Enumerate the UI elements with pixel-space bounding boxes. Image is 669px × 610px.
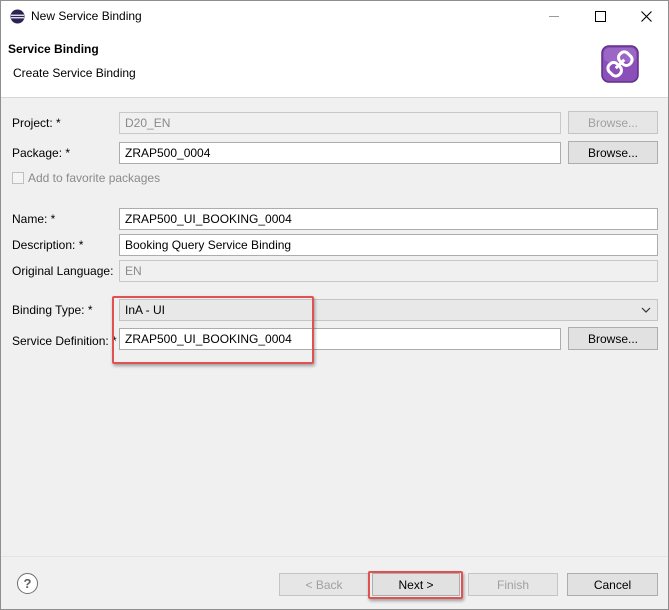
description-field[interactable]: Booking Query Service Binding bbox=[119, 234, 658, 256]
service-binding-link-icon bbox=[601, 45, 639, 83]
finish-button: Finish bbox=[468, 573, 558, 596]
favorite-packages-checkbox[interactable] bbox=[12, 172, 24, 184]
maximize-button[interactable] bbox=[577, 1, 623, 32]
project-label: Project: * bbox=[12, 116, 61, 130]
binding-type-label: Binding Type: * bbox=[12, 303, 93, 317]
package-browse-button[interactable]: Browse... bbox=[568, 141, 658, 164]
close-button[interactable] bbox=[623, 1, 669, 32]
package-field[interactable]: ZRAP500_0004 bbox=[119, 142, 561, 164]
description-label: Description: * bbox=[12, 238, 84, 252]
project-field: D20_EN bbox=[119, 112, 561, 134]
next-button[interactable]: Next > bbox=[372, 573, 460, 596]
eclipse-app-icon bbox=[10, 9, 25, 24]
service-definition-field[interactable]: ZRAP500_UI_BOOKING_0004 bbox=[119, 328, 561, 350]
cancel-button[interactable]: Cancel bbox=[567, 573, 658, 596]
minimize-button[interactable] bbox=[531, 1, 577, 32]
original-language-label: Original Language: bbox=[12, 264, 114, 278]
project-browse-button: Browse... bbox=[568, 111, 658, 134]
original-language-field: EN bbox=[119, 260, 658, 282]
title-bar: New Service Binding bbox=[1, 1, 668, 32]
back-button: < Back bbox=[279, 573, 369, 596]
footer-separator bbox=[1, 556, 668, 557]
package-label: Package: * bbox=[12, 146, 71, 160]
window-title: New Service Binding bbox=[31, 9, 142, 23]
name-label: Name: * bbox=[12, 212, 56, 226]
binding-type-value: InA - UI bbox=[125, 303, 166, 317]
service-definition-browse-button[interactable]: Browse... bbox=[568, 327, 658, 350]
favorite-packages-label: Add to favorite packages bbox=[28, 171, 161, 185]
service-definition-label: Service Definition: * bbox=[12, 334, 117, 348]
name-field[interactable]: ZRAP500_UI_BOOKING_0004 bbox=[119, 208, 658, 230]
binding-type-select[interactable]: InA - UI bbox=[119, 299, 658, 321]
wizard-banner: Service Binding Create Service Binding bbox=[1, 32, 668, 98]
help-icon[interactable]: ? bbox=[17, 573, 38, 594]
maximize-icon bbox=[594, 11, 606, 22]
wizard-title: Service Binding bbox=[8, 42, 99, 56]
close-icon bbox=[640, 11, 652, 22]
chevron-down-icon bbox=[641, 307, 651, 313]
wizard-subtitle: Create Service Binding bbox=[13, 66, 136, 80]
minimize-icon bbox=[548, 16, 559, 17]
new-service-binding-dialog: New Service Binding Service Binding Crea… bbox=[0, 0, 669, 610]
